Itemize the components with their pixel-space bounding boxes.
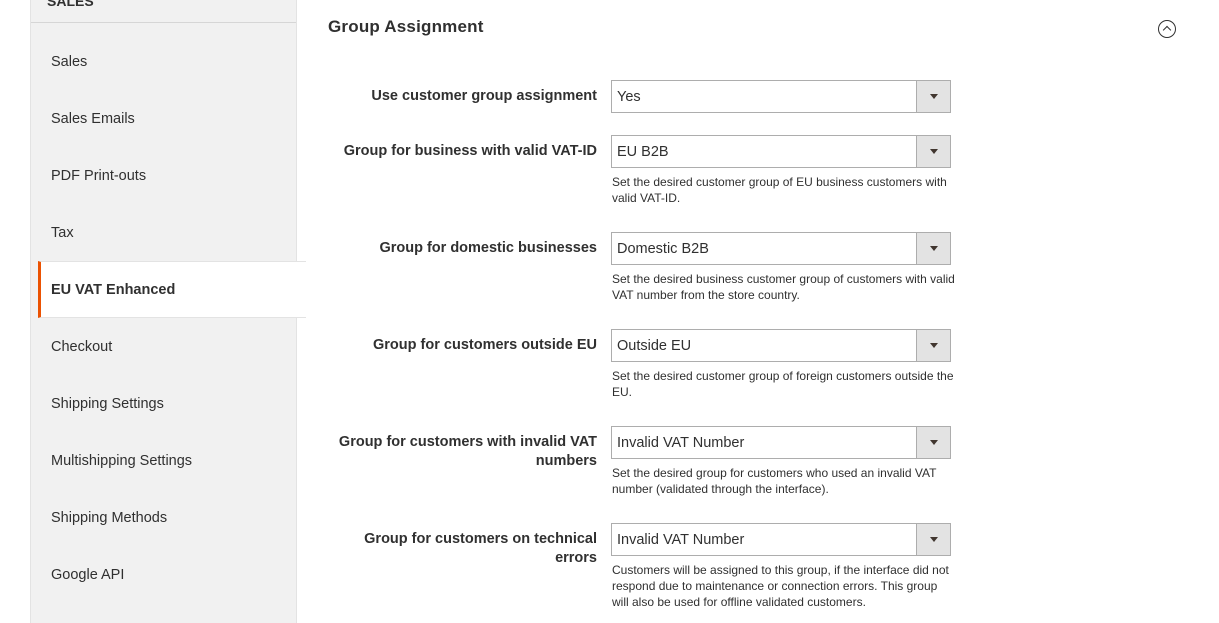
select-technical-errors[interactable]: Invalid VAT Number bbox=[611, 523, 951, 556]
dropdown-arrow-icon bbox=[916, 330, 950, 361]
select-use-group-assignment[interactable]: Yes bbox=[611, 80, 951, 113]
dropdown-arrow-icon bbox=[916, 81, 950, 112]
sidebar-section-sales[interactable]: Sales bbox=[31, 0, 296, 23]
select-value: Outside EU bbox=[617, 337, 692, 354]
sidebar-item-label: PDF Print-outs bbox=[51, 167, 147, 184]
select-value: EU B2B bbox=[617, 143, 669, 160]
field-label-invalid-vat: Group for customers with invalid VAT num… bbox=[338, 434, 597, 469]
sidebar-item-label: Shipping Methods bbox=[51, 509, 168, 526]
sidebar-item-tax[interactable]: Tax bbox=[31, 204, 298, 261]
select-domestic-businesses[interactable]: Domestic B2B bbox=[611, 232, 951, 265]
field-label-domestic-businesses: Group for domestic businesses bbox=[379, 240, 597, 256]
field-note-valid-vat-group: Set the desired customer group of EU bus… bbox=[612, 175, 947, 205]
field-label-technical-errors: Group for customers on technical errors bbox=[364, 531, 597, 566]
sidebar-item-label: EU VAT Enhanced bbox=[51, 281, 176, 298]
field-note-outside-eu: Set the desired customer group of foreig… bbox=[612, 369, 954, 399]
field-note-technical-errors: Customers will be assigned to this group… bbox=[612, 563, 949, 609]
sidebar-item-label: Tax bbox=[51, 224, 74, 241]
dropdown-arrow-icon bbox=[916, 136, 950, 167]
select-value: Invalid VAT Number bbox=[617, 531, 745, 548]
sidebar-item-label: Google API bbox=[51, 566, 125, 583]
sidebar-item-label: Multishipping Settings bbox=[51, 452, 193, 469]
select-outside-eu[interactable]: Outside EU bbox=[611, 329, 951, 362]
sidebar-item-shipping-settings[interactable]: Shipping Settings bbox=[31, 375, 298, 432]
sidebar-item-label: Shipping Settings bbox=[51, 395, 164, 412]
field-label-use-group-assignment: Use customer group assignment bbox=[371, 88, 597, 104]
select-invalid-vat[interactable]: Invalid VAT Number bbox=[611, 426, 951, 459]
sidebar-item-sales-emails[interactable]: Sales Emails bbox=[31, 90, 298, 147]
chevron-up-icon bbox=[265, 0, 281, 3]
select-valid-vat-group[interactable]: EU B2B bbox=[611, 135, 951, 168]
field-note-domestic-businesses: Set the desired business customer group … bbox=[612, 272, 955, 302]
sidebar-section-title: Sales bbox=[47, 0, 94, 9]
sidebar-item-label: Checkout bbox=[51, 338, 113, 355]
dropdown-arrow-icon bbox=[916, 427, 950, 458]
sidebar-item-sales[interactable]: Sales bbox=[31, 33, 298, 90]
sidebar-item-shipping-methods[interactable]: Shipping Methods bbox=[31, 489, 298, 546]
sidebar-item-google-api[interactable]: Google API bbox=[31, 546, 298, 603]
select-value: Domestic B2B bbox=[617, 240, 709, 257]
sidebar-item-pdf-print-outs[interactable]: PDF Print-outs bbox=[31, 147, 298, 204]
select-value: Invalid VAT Number bbox=[617, 434, 745, 451]
sidebar-item-label: Sales Emails bbox=[51, 110, 135, 127]
config-sidebar: Sales Sales Sales Emails PDF Print-outs … bbox=[30, 0, 306, 623]
dropdown-arrow-icon bbox=[916, 233, 950, 264]
chevron-up-circle-icon[interactable] bbox=[1158, 20, 1176, 38]
select-value: Yes bbox=[617, 88, 641, 105]
dropdown-arrow-icon bbox=[916, 524, 950, 555]
sidebar-item-eu-vat-enhanced[interactable]: EU VAT Enhanced bbox=[38, 261, 306, 318]
sidebar-item-checkout[interactable]: Checkout bbox=[31, 318, 298, 375]
sidebar-item-label: Sales bbox=[51, 53, 88, 70]
field-note-invalid-vat: Set the desired group for customers who … bbox=[612, 466, 937, 496]
sidebar-item-multishipping-settings[interactable]: Multishipping Settings bbox=[31, 432, 298, 489]
field-label-outside-eu: Group for customers outside EU bbox=[373, 337, 597, 353]
section-title[interactable]: Group Assignment bbox=[328, 17, 484, 37]
field-label-valid-vat-group: Group for business with valid VAT-ID bbox=[343, 143, 597, 159]
